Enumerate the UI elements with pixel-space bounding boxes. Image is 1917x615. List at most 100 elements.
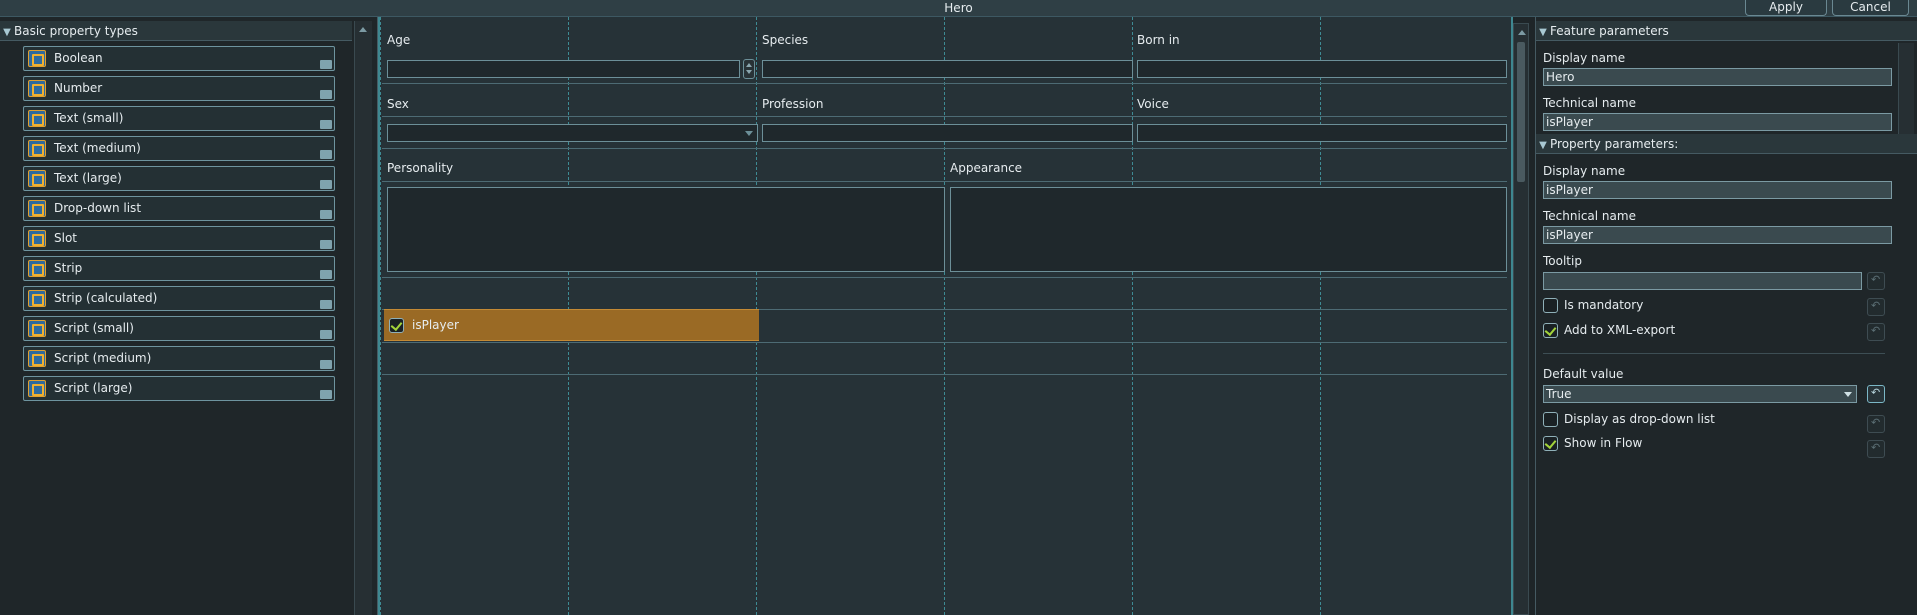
default-value-label: Default value xyxy=(1543,367,1624,381)
grid-column-line xyxy=(380,17,381,615)
text-icon xyxy=(28,140,46,157)
palette-item-script-small[interactable]: Script (small) xyxy=(23,316,335,341)
script-icon xyxy=(28,350,46,367)
palette-item-script-large[interactable]: Script (large) xyxy=(23,376,335,401)
isplayer-checkbox[interactable] xyxy=(389,318,404,333)
palette-scrollbar[interactable] xyxy=(354,21,372,615)
appearance-textarea[interactable] xyxy=(950,187,1507,272)
drag-handle-icon[interactable] xyxy=(318,117,332,129)
voice-input[interactable] xyxy=(1137,124,1507,142)
property-types-panel: ▼ Basic property types Boolean Number Tex… xyxy=(0,17,378,615)
drag-handle-icon[interactable] xyxy=(318,207,332,219)
drag-handle-icon[interactable] xyxy=(318,297,332,309)
isplayer-label: isPlayer xyxy=(412,318,459,332)
show-in-flow-reset-icon[interactable] xyxy=(1867,440,1885,458)
drag-handle-icon[interactable] xyxy=(318,327,332,339)
cancel-button[interactable]: Cancel xyxy=(1832,0,1909,16)
tooltip-input[interactable] xyxy=(1543,272,1862,290)
chevron-down-icon: ▼ xyxy=(3,27,11,38)
property-display-name-label: Display name xyxy=(1543,164,1626,178)
grid-row-line xyxy=(382,116,1507,117)
palette-item-number[interactable]: Number xyxy=(23,76,335,101)
palette-item-text-small[interactable]: Text (small) xyxy=(23,106,335,131)
is-mandatory-label: Is mandatory xyxy=(1564,298,1644,312)
species-input[interactable] xyxy=(762,60,1133,78)
drag-handle-icon[interactable] xyxy=(318,387,332,399)
grid-row-line xyxy=(382,374,1507,375)
palette-item-strip[interactable]: Strip xyxy=(23,256,335,281)
drag-handle-icon[interactable] xyxy=(318,57,332,69)
grid-row-line xyxy=(382,181,1507,182)
apply-button[interactable]: Apply xyxy=(1745,0,1827,16)
age-stepper[interactable] xyxy=(743,59,755,79)
grid-row-line xyxy=(382,83,1507,84)
default-value-reset-icon[interactable] xyxy=(1867,385,1885,403)
feature-display-name-input[interactable]: Hero xyxy=(1543,68,1892,86)
appearance-label: Appearance xyxy=(950,161,1023,175)
text-icon xyxy=(28,110,46,127)
personality-textarea[interactable] xyxy=(387,187,945,272)
grid-row-line xyxy=(382,277,1507,278)
number-icon xyxy=(28,80,46,97)
voice-label: Voice xyxy=(1137,97,1169,111)
profession-label: Profession xyxy=(762,97,824,111)
canvas-scroll-thumb[interactable] xyxy=(1517,42,1525,182)
property-display-name-input[interactable]: isPlayer xyxy=(1543,181,1892,199)
title-bar: Hero Apply Cancel xyxy=(0,0,1917,17)
display-dropdown-checkbox[interactable] xyxy=(1543,412,1558,427)
script-icon xyxy=(28,320,46,337)
drag-handle-icon[interactable] xyxy=(318,87,332,99)
boolean-icon xyxy=(28,50,46,67)
feature-technical-name-label: Technical name xyxy=(1543,96,1636,110)
scroll-up-icon[interactable] xyxy=(359,27,367,32)
xml-export-checkbox[interactable] xyxy=(1543,323,1558,338)
property-technical-name-input[interactable]: isPlayer xyxy=(1543,226,1892,244)
age-input[interactable] xyxy=(387,60,740,78)
display-dropdown-reset-icon[interactable] xyxy=(1867,415,1885,433)
palette-item-strip-calculated[interactable]: Strip (calculated) xyxy=(23,286,335,311)
drag-handle-icon[interactable] xyxy=(318,147,332,159)
drag-handle-icon[interactable] xyxy=(318,177,332,189)
feature-technical-name-input[interactable]: isPlayer xyxy=(1543,113,1892,131)
palette-item-boolean[interactable]: Boolean xyxy=(23,46,335,71)
drag-handle-icon[interactable] xyxy=(318,357,332,369)
is-mandatory-reset-icon[interactable] xyxy=(1867,298,1885,316)
sex-dropdown[interactable] xyxy=(387,124,758,142)
feature-display-name-label: Display name xyxy=(1543,51,1626,65)
scroll-up-icon[interactable] xyxy=(1518,30,1526,35)
show-in-flow-label: Show in Flow xyxy=(1564,436,1643,450)
chevron-down-icon: ▼ xyxy=(1539,27,1547,38)
palette-item-slot[interactable]: Slot xyxy=(23,226,335,251)
display-dropdown-label: Display as drop-down list xyxy=(1564,412,1715,426)
species-label: Species xyxy=(762,33,809,47)
palette-header[interactable]: ▼ Basic property types xyxy=(0,21,352,41)
chevron-down-icon xyxy=(745,131,753,136)
age-label: Age xyxy=(387,33,411,47)
grid-column-line xyxy=(1132,17,1133,615)
default-value-dropdown[interactable]: True xyxy=(1543,385,1857,403)
profession-input[interactable] xyxy=(762,124,1133,142)
tooltip-reset-icon[interactable] xyxy=(1867,272,1885,290)
grid-row-line xyxy=(382,342,1507,343)
chevron-down-icon: ▼ xyxy=(1539,140,1547,151)
selected-property-isplayer[interactable]: isPlayer xyxy=(384,309,759,341)
drag-handle-icon[interactable] xyxy=(318,267,332,279)
palette-item-script-medium[interactable]: Script (medium) xyxy=(23,346,335,371)
property-parameters-header[interactable]: ▼ Property parameters: xyxy=(1536,134,1917,154)
tooltip-label: Tooltip xyxy=(1543,254,1582,268)
canvas-scrollbar[interactable] xyxy=(1513,23,1529,615)
is-mandatory-checkbox[interactable] xyxy=(1543,298,1558,313)
xml-export-reset-icon[interactable] xyxy=(1867,323,1885,341)
palette-item-text-medium[interactable]: Text (medium) xyxy=(23,136,335,161)
strip-icon xyxy=(28,260,46,277)
sex-label: Sex xyxy=(387,97,409,111)
slot-icon xyxy=(28,230,46,247)
born-in-label: Born in xyxy=(1137,33,1180,47)
grid-column-line xyxy=(1320,17,1321,615)
drag-handle-icon[interactable] xyxy=(318,237,332,249)
feature-parameters-header[interactable]: ▼ Feature parameters xyxy=(1536,21,1917,41)
palette-item-drop-down-list[interactable]: Drop-down list xyxy=(23,196,335,221)
show-in-flow-checkbox[interactable] xyxy=(1543,436,1558,451)
palette-item-text-large[interactable]: Text (large) xyxy=(23,166,335,191)
born-in-input[interactable] xyxy=(1137,60,1507,78)
